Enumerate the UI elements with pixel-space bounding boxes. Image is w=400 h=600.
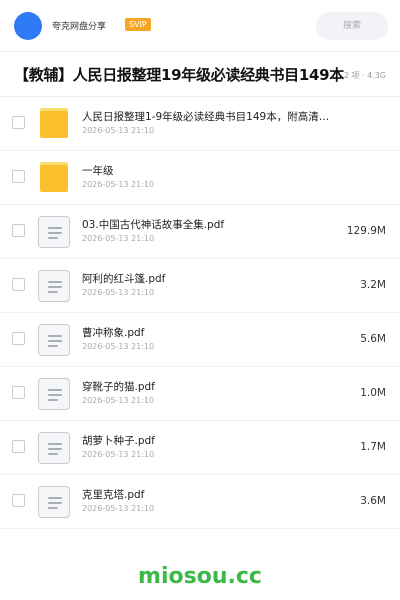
- folder-title-bar: 【教辅】人民日报整理19年级必读经典书目149本 2 项 · 4.3G: [0, 52, 400, 97]
- search-placeholder: 搜索: [342, 21, 361, 31]
- list-item[interactable]: 克里克塔.pdf 2026-05-13 21:10 3.6M: [0, 475, 400, 529]
- list-item[interactable]: 穿靴子的猫.pdf 2026-05-13 21:10 1.0M: [0, 367, 400, 421]
- file-size: 129.9M: [346, 225, 386, 237]
- file-size: 3.2M: [360, 279, 386, 291]
- file-size: 5.6M: [360, 333, 386, 345]
- folder-icon: [37, 161, 71, 195]
- list-item[interactable]: 胡萝卜种子.pdf 2026-05-13 21:10 1.7M: [0, 421, 400, 475]
- select-checkbox[interactable]: [12, 440, 25, 453]
- document-icon: [37, 377, 71, 411]
- list-item[interactable]: 曹冲称象.pdf 2026-05-13 21:10 5.6M: [0, 313, 400, 367]
- file-name[interactable]: 曹冲称象.pdf: [82, 325, 338, 340]
- folder-icon: [37, 107, 71, 141]
- select-checkbox[interactable]: [12, 494, 25, 507]
- file-date: 2026-05-13 21:10: [82, 126, 155, 135]
- file-size: 3.6M: [360, 495, 386, 507]
- document-icon: [37, 215, 71, 249]
- document-icon: [37, 485, 71, 519]
- svip-badge: SVIP: [125, 18, 151, 31]
- top-header: 夸克网盘分享 SVIP 搜索: [0, 0, 400, 52]
- document-icon: [37, 431, 71, 465]
- file-list: 人民日报整理1-9年级必读经典书目149本，附高清… 2026-05-13 21:…: [0, 97, 400, 529]
- select-checkbox[interactable]: [12, 332, 25, 345]
- select-checkbox[interactable]: [12, 170, 25, 183]
- watermark-text: miosou.cc: [138, 564, 262, 589]
- avatar[interactable]: [14, 12, 42, 40]
- list-item[interactable]: 人民日报整理1-9年级必读经典书目149本，附高清… 2026-05-13 21:…: [0, 97, 400, 151]
- select-checkbox[interactable]: [12, 224, 25, 237]
- site-name: 夸克网盘分享: [52, 22, 107, 32]
- file-name[interactable]: 阿利的红斗篷.pdf: [82, 271, 338, 286]
- folder-meta: 2 项 · 4.3G: [343, 71, 386, 80]
- search-input[interactable]: 搜索: [316, 12, 388, 40]
- file-name[interactable]: 一年级: [82, 163, 338, 178]
- file-date: 2026-05-13 21:10: [82, 180, 155, 189]
- select-checkbox[interactable]: [12, 386, 25, 399]
- list-item[interactable]: 阿利的红斗篷.pdf 2026-05-13 21:10 3.2M: [0, 259, 400, 313]
- document-icon: [37, 323, 71, 357]
- file-date: 2026-05-13 21:10: [82, 342, 155, 351]
- select-checkbox[interactable]: [12, 116, 25, 129]
- select-checkbox[interactable]: [12, 278, 25, 291]
- page-title: 【教辅】人民日报整理19年级必读经典书目149本: [14, 66, 344, 84]
- file-size: 1.7M: [360, 441, 386, 453]
- file-date: 2026-05-13 21:10: [82, 234, 155, 243]
- file-name[interactable]: 03.中国古代神话故事全集.pdf: [82, 217, 338, 232]
- file-date: 2026-05-13 21:10: [82, 450, 155, 459]
- file-name[interactable]: 人民日报整理1-9年级必读经典书目149本，附高清…: [82, 109, 338, 124]
- file-date: 2026-05-13 21:10: [82, 504, 155, 513]
- file-name[interactable]: 克里克塔.pdf: [82, 487, 338, 502]
- list-item[interactable]: 03.中国古代神话故事全集.pdf 2026-05-13 21:10 129.9M: [0, 205, 400, 259]
- document-icon: [37, 269, 71, 303]
- file-date: 2026-05-13 21:10: [82, 396, 155, 405]
- file-date: 2026-05-13 21:10: [82, 288, 155, 297]
- file-size: 1.0M: [360, 387, 386, 399]
- list-item[interactable]: 一年级 2026-05-13 21:10: [0, 151, 400, 205]
- file-name[interactable]: 穿靴子的猫.pdf: [82, 379, 338, 394]
- file-name[interactable]: 胡萝卜种子.pdf: [82, 433, 338, 448]
